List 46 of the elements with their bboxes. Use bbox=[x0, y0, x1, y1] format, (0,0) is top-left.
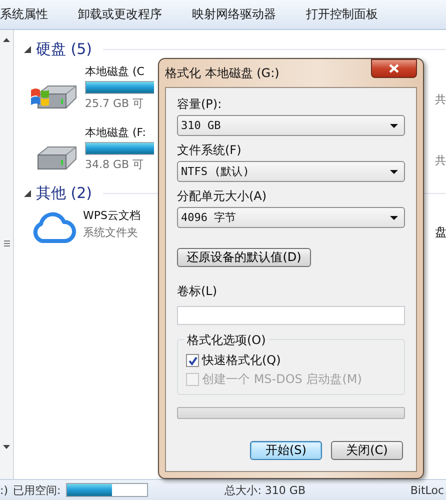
folder-name[interactable]: WPS云文档 bbox=[83, 208, 140, 223]
dropdown-arrow-icon bbox=[390, 124, 398, 128]
drive-name[interactable]: 本地磁盘 (C bbox=[85, 64, 144, 79]
splitter-grip-icon[interactable] bbox=[4, 240, 10, 247]
dropdown[interactable]: NTFS (默认) bbox=[177, 161, 405, 182]
close-icon bbox=[389, 64, 399, 73]
used-space-label: 已用空间: bbox=[13, 482, 61, 498]
collapse-icon[interactable] bbox=[24, 46, 31, 52]
dropdown[interactable]: 4096 字节 bbox=[177, 207, 405, 228]
drive-usage-bar bbox=[85, 81, 154, 94]
dropdown-arrow-icon bbox=[390, 216, 398, 220]
checkbox-label: 快速格式化(Q) bbox=[202, 352, 281, 369]
restore-defaults-button[interactable]: 还原设备的默认值(D) bbox=[177, 248, 311, 267]
dialog-title: 格式化 本地磁盘 (G:) bbox=[165, 64, 280, 82]
volume-label-field[interactable] bbox=[177, 306, 405, 325]
drive-name[interactable]: 本地磁盘 (F: bbox=[85, 125, 146, 140]
free-space-text: 34.8 GB 可 bbox=[85, 157, 144, 172]
group-title: 硬盘 (5) bbox=[36, 40, 92, 58]
group-legend: 格式化选项(O) bbox=[184, 332, 269, 349]
toolbar-button[interactable]: 系统属性 bbox=[0, 6, 48, 23]
dropdown[interactable]: 310 GB bbox=[177, 115, 405, 136]
close-button[interactable] bbox=[371, 59, 417, 78]
dialog-button[interactable]: 关闭(C) bbox=[331, 441, 403, 460]
dropdown-arrow-icon bbox=[390, 170, 398, 174]
total-size-text: 共 bbox=[435, 92, 446, 107]
drive-usage-bar bbox=[85, 142, 154, 155]
field-label: 容量(P): bbox=[177, 96, 222, 113]
field-label: 分配单元大小(A) bbox=[177, 188, 267, 205]
drive-label: :) bbox=[0, 484, 8, 496]
toolbar-button[interactable]: 打开控制面板 bbox=[306, 6, 378, 23]
dialog-button[interactable]: 开始(S) bbox=[250, 441, 322, 460]
collapse-icon[interactable] bbox=[24, 190, 31, 196]
checkbox[interactable] bbox=[186, 354, 199, 367]
group-title: 其他 (2) bbox=[36, 184, 92, 202]
scroll-up-icon[interactable] bbox=[3, 38, 10, 42]
toolbar-button[interactable]: 映射网络驱动器 bbox=[192, 6, 276, 23]
folder-type-text: 系统文件夹 bbox=[83, 225, 138, 240]
bitlocker-text: BitLoc bbox=[410, 484, 444, 496]
toolbar-button[interactable]: 卸载或更改程序 bbox=[78, 6, 162, 23]
free-space-text: 25.7 GB 可 bbox=[85, 96, 144, 111]
total-size-text: 共 bbox=[435, 153, 446, 168]
checkbox-label: 创建一个 MS-DOS 启动盘(M) bbox=[202, 371, 362, 388]
scroll-down-icon[interactable] bbox=[3, 445, 10, 449]
field-label: 文件系统(F) bbox=[177, 142, 242, 159]
field-label: 卷标(L) bbox=[177, 283, 218, 300]
total-size-text: 总大小: 310 GB bbox=[224, 482, 306, 498]
